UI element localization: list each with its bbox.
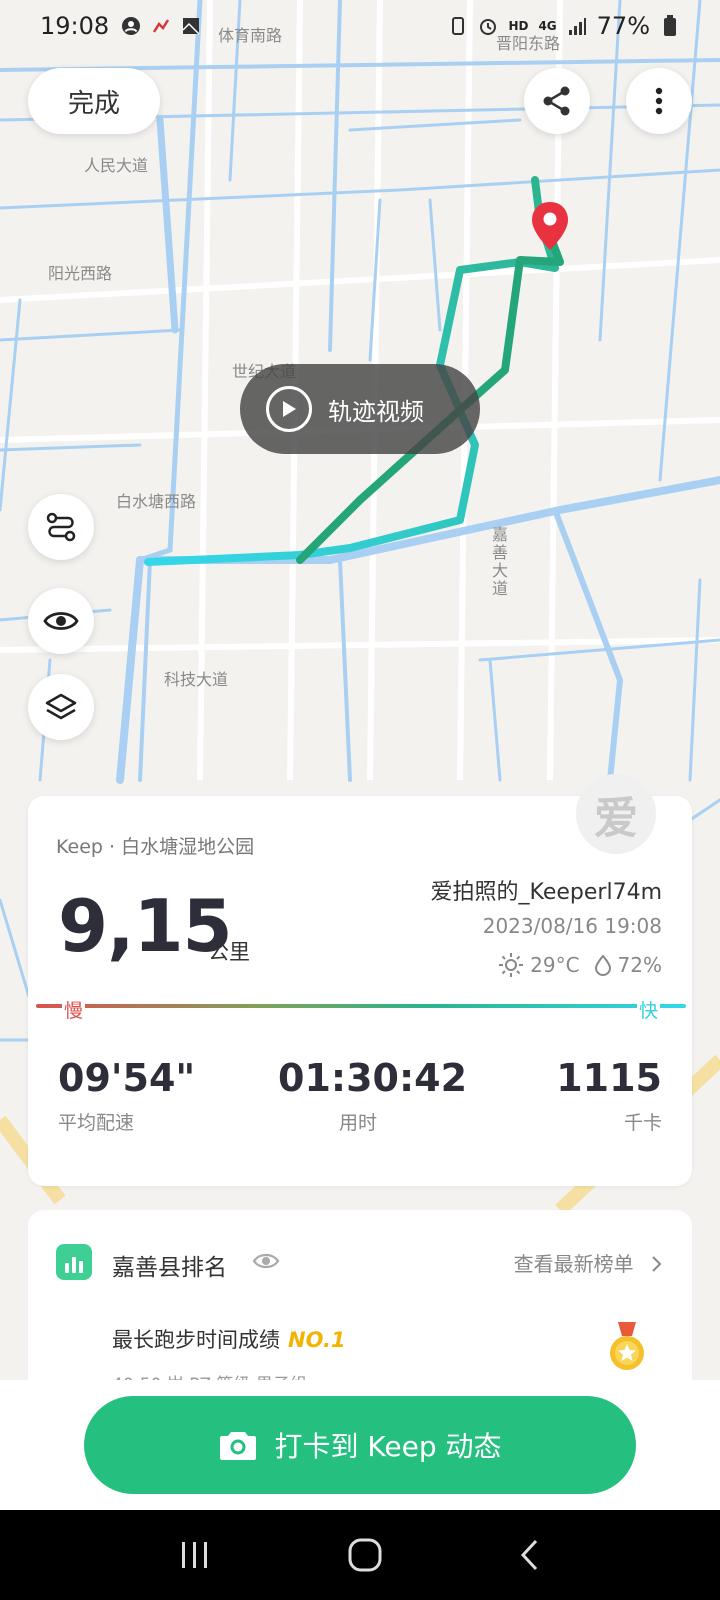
- duration-label: 用时: [338, 1112, 377, 1134]
- route-toggle-button[interactable]: [28, 494, 94, 560]
- road-label: 嘉善大道: [489, 526, 508, 598]
- map-canvas: [0, 0, 720, 1216]
- vibrate-icon: [448, 16, 468, 36]
- record-rank: NO.1: [288, 1328, 346, 1352]
- pace-fast-label: 快: [636, 996, 660, 1023]
- signal-icon: [567, 16, 587, 36]
- battery-percent: 77%: [596, 12, 650, 40]
- username[interactable]: 爱拍照的_Keeperl74m: [431, 874, 662, 906]
- eye-icon[interactable]: [252, 1252, 280, 1270]
- alarm-icon: [478, 16, 498, 36]
- share-button[interactable]: [524, 68, 590, 134]
- gallery-icon: [181, 16, 201, 36]
- sun-icon: [499, 953, 524, 977]
- record-label: 最长跑步时间成绩: [112, 1328, 280, 1352]
- chevron-right-icon: [652, 1256, 662, 1272]
- share-icon: [543, 86, 570, 116]
- distance-unit: 公里: [208, 940, 250, 964]
- ranking-title: 嘉善县排名: [112, 1255, 227, 1281]
- road-label: 人民大道: [84, 156, 149, 175]
- checkin-label: 打卡到 Keep 动态: [274, 1430, 502, 1463]
- avg-pace-value: 09'54": [58, 1056, 196, 1100]
- status-time: 19:08: [40, 12, 110, 40]
- weather-info: 29°C 72%: [498, 952, 662, 978]
- visibility-button[interactable]: [28, 588, 94, 654]
- pace-gradient-bar: [36, 1004, 686, 1008]
- home-icon[interactable]: [347, 1537, 383, 1573]
- keep-app-icon: [151, 16, 171, 36]
- play-icon: [266, 386, 312, 432]
- done-button[interactable]: 完成: [28, 68, 160, 134]
- medal-icon: [610, 1322, 644, 1370]
- humidity-icon: [594, 954, 611, 976]
- view-leaderboard-link[interactable]: 查看最新榜单: [514, 1248, 664, 1277]
- road-label: 白水塘西路: [116, 492, 197, 511]
- temperature: 29°C: [530, 953, 580, 977]
- calories-label: 千卡: [623, 1112, 662, 1134]
- system-nav-bar: [0, 1510, 720, 1600]
- layers-icon: [45, 693, 77, 720]
- duration-stat: 01:30:42 用时: [278, 1056, 468, 1135]
- avg-pace-label: 平均配速: [58, 1112, 135, 1134]
- back-icon[interactable]: [518, 1538, 542, 1572]
- road-label: 科技大道: [164, 670, 229, 689]
- distance-value: 9,15: [58, 884, 233, 968]
- map-view[interactable]: 体育南路 晋阳东路 人民大道 阳光西路 世纪大道 白水塘西路 嘉善大道 科技大道: [0, 0, 720, 1400]
- activity-source: Keep · 白水塘湿地公园: [56, 836, 255, 858]
- network-indicator: 4G: [538, 19, 557, 33]
- more-options-button[interactable]: [626, 68, 692, 134]
- checkin-button[interactable]: 打卡到 Keep 动态: [84, 1396, 636, 1494]
- battery-icon: [660, 15, 680, 36]
- view-leaderboard-label: 查看最新榜单: [513, 1252, 634, 1276]
- map-layers-button[interactable]: [28, 674, 94, 740]
- ranking-chart-icon: [56, 1244, 92, 1280]
- location-pin-icon: [532, 202, 568, 250]
- calories-value: 1115: [556, 1056, 662, 1100]
- avg-pace-stat: 09'54" 平均配速: [58, 1056, 195, 1135]
- run-summary-card: Keep · 白水塘湿地公园 9,15 公里 爱拍照的_Keeperl74m 2…: [28, 796, 692, 1186]
- hd-indicator: HD: [508, 19, 529, 33]
- ranking-record: 最长跑步时间成绩 NO.1: [112, 1324, 346, 1354]
- track-video-button[interactable]: 轨迹视频: [240, 364, 480, 454]
- camera-icon: [219, 1432, 256, 1460]
- duration-value: 01:30:42: [278, 1056, 468, 1100]
- status-bar: 19:08 HD 4G 77%: [0, 0, 720, 52]
- route-icon: [46, 512, 76, 542]
- avatar[interactable]: 爱: [576, 774, 656, 854]
- more-icon: [655, 87, 663, 115]
- calories-stat: 1115 千卡: [556, 1056, 662, 1135]
- recent-apps-icon[interactable]: [178, 1540, 212, 1570]
- account-icon: [121, 16, 141, 36]
- track-video-label: 轨迹视频: [328, 397, 424, 426]
- humidity: 72%: [617, 953, 662, 977]
- eye-icon: [43, 612, 79, 630]
- pace-slow-label: 慢: [62, 996, 86, 1023]
- activity-datetime: 2023/08/16 19:08: [482, 914, 662, 938]
- road-label: 阳光西路: [48, 264, 113, 283]
